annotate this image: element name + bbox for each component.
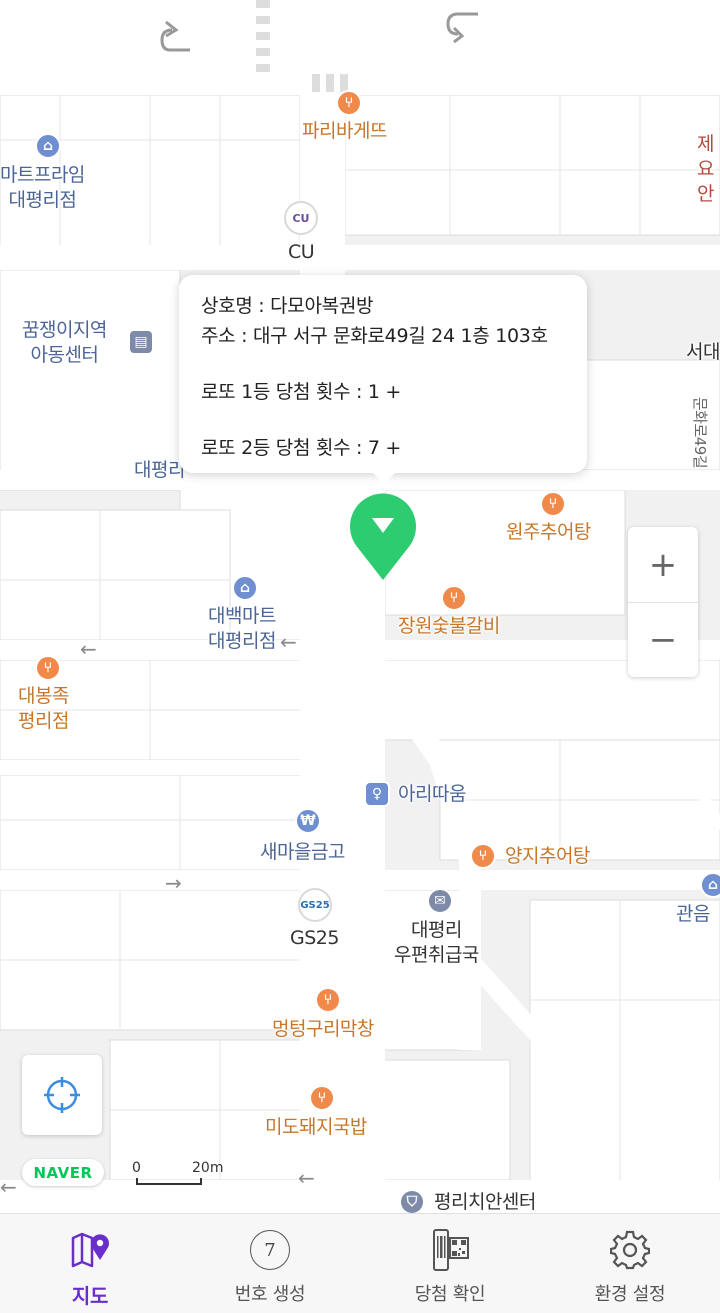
- crosshair-icon: [44, 1077, 80, 1113]
- poi-label[interactable]: 평리치안센터: [434, 1190, 536, 1213]
- tab-label: 환경 설정: [594, 1284, 666, 1305]
- poi-label[interactable]: 대봉족 평리점: [18, 684, 69, 734]
- tab-label: 당첨 확인: [414, 1284, 486, 1305]
- store-marker-icon[interactable]: [348, 492, 418, 582]
- current-location-button[interactable]: [22, 1055, 102, 1135]
- poi-label[interactable]: 대평리: [134, 458, 185, 483]
- scale-start-label: 0: [132, 1160, 141, 1176]
- shop-address-text: 주소 : 대구 서구 문화로49길 24 1층 103호: [201, 325, 548, 347]
- poi-label[interactable]: 마트프라임 대평리점: [0, 163, 85, 213]
- poi-label[interactable]: 멍텅구리막창: [272, 1017, 374, 1042]
- tab-number-generate[interactable]: 7 번호 생성: [180, 1214, 360, 1313]
- direction-arrow-icon: →: [165, 871, 182, 895]
- direction-arrow-icon: ←: [0, 1175, 17, 1199]
- poi-label[interactable]: 파리바게뜨: [302, 119, 387, 144]
- restaurant-icon[interactable]: ⑂: [309, 1085, 335, 1111]
- poi-label[interactable]: 미도돼지국밥: [265, 1115, 367, 1140]
- temple-icon[interactable]: ⌂: [700, 872, 720, 898]
- direction-arrow-icon: ←: [80, 637, 97, 661]
- qr-scan-icon: [433, 1229, 469, 1271]
- gs25-badge-icon[interactable]: GS25: [298, 888, 332, 922]
- poi-label[interactable]: 원주추어탕: [506, 520, 591, 545]
- map-scale-bar: 0 20m: [130, 1160, 230, 1190]
- tab-check-winning[interactable]: 당첨 확인: [360, 1214, 540, 1313]
- poi-label[interactable]: 서대: [686, 340, 720, 365]
- number-ball-icon: 7: [250, 1230, 290, 1270]
- shop-name-text: 상호명 : 다모아복권방: [201, 295, 374, 317]
- tab-map[interactable]: 지도: [0, 1214, 180, 1313]
- poi-label[interactable]: CU: [288, 240, 315, 265]
- restaurant-icon[interactable]: ⑂: [470, 843, 496, 869]
- direction-arrow-icon: ←: [298, 1166, 315, 1190]
- restaurant-icon[interactable]: ⑂: [441, 585, 467, 611]
- map-pin-icon: [71, 1232, 109, 1268]
- cu-badge-icon[interactable]: CU: [284, 201, 318, 235]
- poi-label[interactable]: 대평리 우편취급국: [394, 918, 479, 968]
- poi-label[interactable]: 꿈쟁이지역 아동센터: [22, 318, 107, 368]
- mart-icon[interactable]: ⌂: [35, 133, 61, 159]
- cosmetics-icon[interactable]: ♀: [364, 781, 390, 807]
- direction-arrow-icon: ←: [280, 630, 297, 654]
- restaurant-icon[interactable]: ⑂: [336, 90, 362, 116]
- bank-icon[interactable]: ₩: [295, 808, 321, 834]
- street-name-label: 문화로49길: [691, 396, 710, 469]
- building-icon[interactable]: ▤: [128, 329, 154, 355]
- store-info-window[interactable]: 상호명 : 다모아복권방 주소 : 대구 서구 문화로49길 24 1층 103…: [179, 275, 587, 484]
- police-icon[interactable]: ⛉: [399, 1189, 425, 1213]
- scale-end-label: 20m: [192, 1160, 224, 1176]
- map-view[interactable]: ⑂ 파리바게뜨 ⌂ 마트프라임 대평리점 CU CU 제 요안 꿈쟁이지역 아동…: [0, 0, 720, 1213]
- poi-label[interactable]: 관음: [676, 902, 710, 927]
- zoom-control: + −: [628, 527, 698, 677]
- poi-label[interactable]: 대백마트 대평리점: [208, 604, 276, 654]
- poi-label[interactable]: 제 요안: [697, 132, 720, 207]
- first-prize-count-text: 로또 1등 당첨 횟수 : 1 +: [201, 381, 401, 403]
- bottom-tab-bar: 지도 7 번호 생성 당첨 확인 환경 설정: [0, 1213, 720, 1313]
- tab-label: 지도: [71, 1284, 109, 1308]
- naver-logo[interactable]: NAVER: [22, 1159, 104, 1186]
- gear-icon: [610, 1230, 650, 1270]
- tab-label: 번호 생성: [234, 1284, 306, 1305]
- poi-label[interactable]: 장원숯불갈비: [398, 614, 500, 639]
- poi-label[interactable]: 새마을금고: [260, 840, 345, 865]
- poi-label[interactable]: 양지추어탕: [505, 844, 590, 869]
- zoom-out-button[interactable]: −: [628, 602, 698, 677]
- restaurant-icon[interactable]: ⑂: [540, 491, 566, 517]
- poi-label[interactable]: 아리따움: [398, 782, 466, 807]
- zoom-in-button[interactable]: +: [628, 527, 698, 602]
- restaurant-icon[interactable]: ⑂: [315, 987, 341, 1013]
- mart-icon[interactable]: ⌂: [232, 575, 258, 601]
- poi-label[interactable]: GS25: [290, 926, 339, 951]
- tab-settings[interactable]: 환경 설정: [540, 1214, 720, 1313]
- restaurant-icon[interactable]: ⑂: [35, 655, 61, 681]
- post-office-icon[interactable]: ✉: [427, 888, 453, 914]
- info-window-tail: [373, 473, 395, 484]
- second-prize-count-text: 로또 2등 당첨 횟수 : 7 +: [201, 437, 401, 459]
